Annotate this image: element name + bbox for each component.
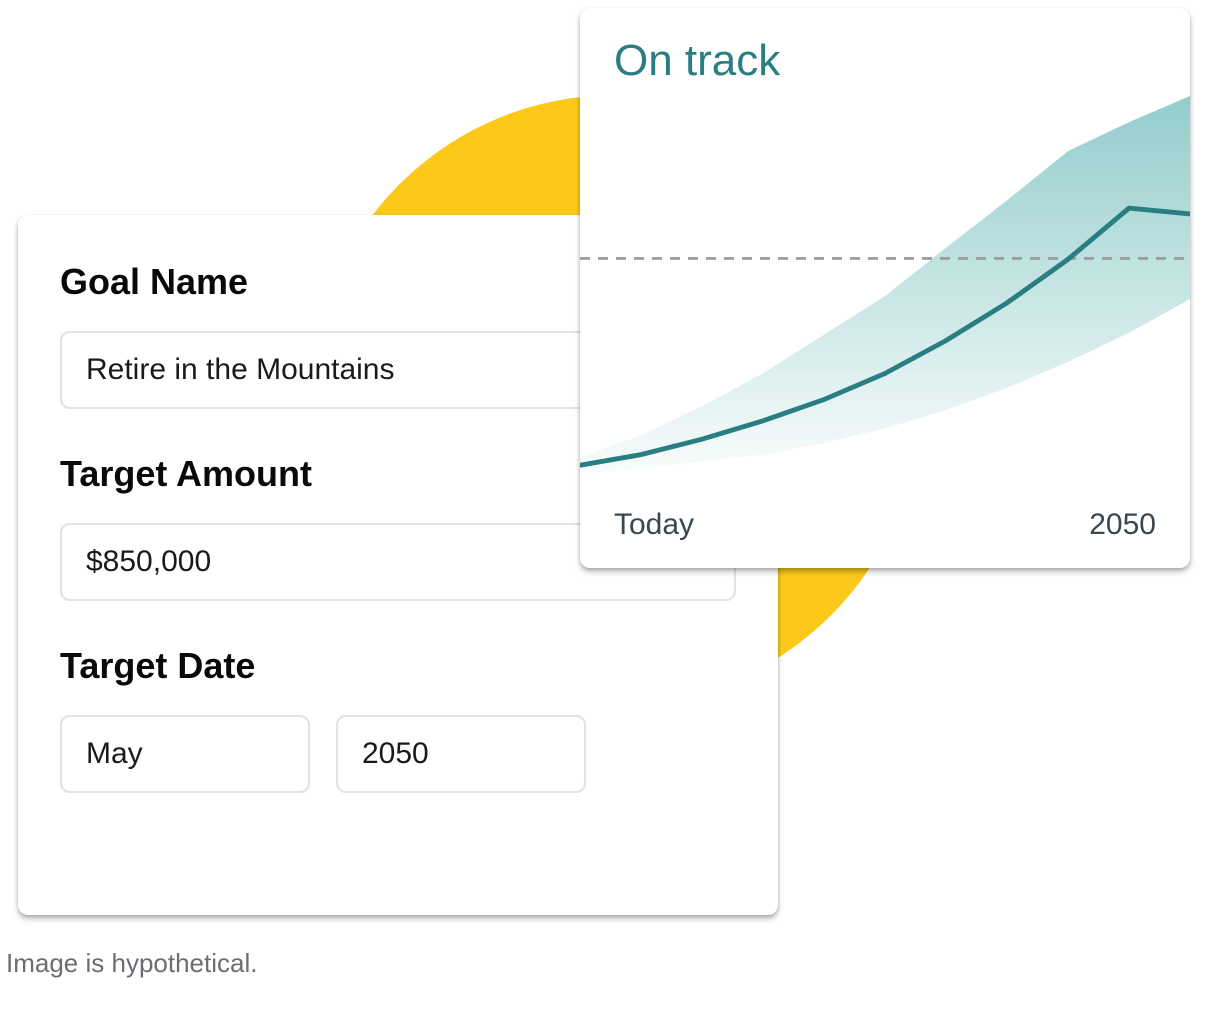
- chart-plot-area: [580, 96, 1190, 502]
- chart-title: On track: [614, 36, 1156, 86]
- projection-chart-svg: [580, 96, 1190, 502]
- x-axis-end-label: 2050: [1089, 508, 1156, 542]
- target-year-input[interactable]: [336, 715, 586, 793]
- target-month-input[interactable]: [60, 715, 310, 793]
- confidence-band: [580, 96, 1190, 473]
- disclaimer-caption: Image is hypothetical.: [6, 948, 257, 979]
- projection-chart-card: On track Today 2050: [580, 8, 1190, 568]
- chart-x-axis-labels: Today 2050: [614, 508, 1156, 542]
- target-date-group: Target Date: [60, 645, 736, 793]
- x-axis-start-label: Today: [614, 508, 694, 542]
- target-date-label: Target Date: [60, 645, 736, 687]
